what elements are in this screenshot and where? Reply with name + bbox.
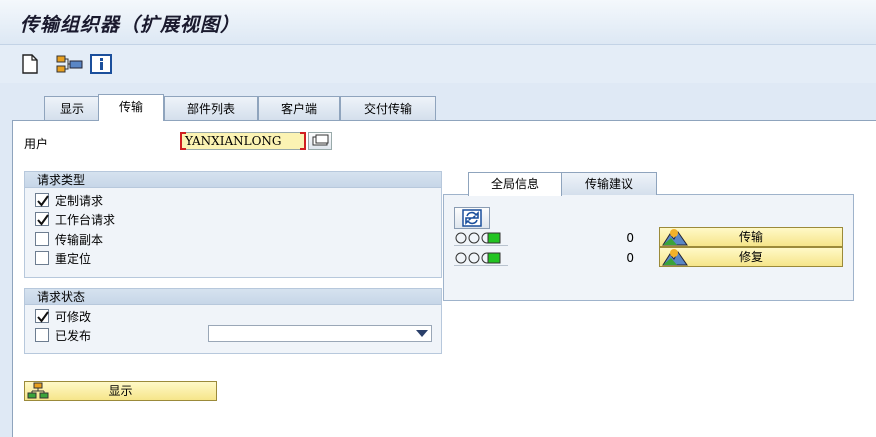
check-icon bbox=[37, 214, 49, 226]
checkbox-label: 可修改 bbox=[55, 309, 92, 324]
checkbox-modifiable[interactable]: 可修改 bbox=[35, 307, 91, 325]
display-button-label: 显示 bbox=[108, 384, 133, 398]
transport-button-label: 传输 bbox=[738, 230, 763, 244]
checkbox-box[interactable] bbox=[35, 232, 49, 246]
request-status-title: 请求状态 bbox=[25, 289, 441, 305]
transport-tree-icon[interactable] bbox=[56, 53, 84, 75]
tab-delivery-transport[interactable]: 交付传输 bbox=[340, 96, 436, 120]
checkbox-box[interactable] bbox=[35, 251, 49, 265]
application-toolbar bbox=[0, 45, 876, 83]
display-button[interactable]: 显示 bbox=[24, 381, 217, 401]
checkbox-label: 重定位 bbox=[55, 251, 92, 266]
refresh-button[interactable] bbox=[454, 207, 490, 229]
checkbox-label: 传输副本 bbox=[55, 232, 104, 247]
refresh-icon bbox=[462, 209, 482, 227]
traffic-light-icon bbox=[454, 231, 508, 246]
checkbox-label: 已发布 bbox=[55, 328, 92, 343]
tab-global-info[interactable]: 全局信息 bbox=[468, 172, 562, 196]
request-status-group: 请求状态 可修改 已发布 bbox=[24, 288, 442, 354]
transport-count: 0 bbox=[626, 231, 634, 245]
value-help-icon bbox=[312, 134, 329, 146]
checkbox-box[interactable] bbox=[35, 193, 49, 207]
checkbox-box[interactable] bbox=[35, 328, 49, 342]
checkbox-box[interactable] bbox=[35, 212, 49, 226]
release-date-dropdown[interactable] bbox=[208, 325, 432, 342]
user-input-value: YANXIANLONG bbox=[185, 134, 282, 148]
dropdown-arrow-icon[interactable] bbox=[416, 330, 428, 337]
checkbox-relocation[interactable]: 重定位 bbox=[35, 249, 91, 267]
checkbox-transport-copy[interactable]: 传输副本 bbox=[35, 230, 103, 248]
hierarchy-icon bbox=[27, 382, 49, 399]
check-icon bbox=[37, 195, 49, 207]
checkbox-label: 定制请求 bbox=[55, 193, 104, 208]
user-input[interactable]: YANXIANLONG bbox=[180, 132, 306, 150]
title-bar: 传输组织器（扩展视图） bbox=[0, 0, 876, 45]
tab-transport-proposals[interactable]: 传输建议 bbox=[561, 172, 657, 195]
truck-mountain-icon bbox=[662, 229, 688, 246]
checkbox-workbench-request[interactable]: 工作台请求 bbox=[35, 210, 115, 228]
tab-component-list[interactable]: 部件列表 bbox=[164, 96, 258, 120]
request-type-title: 请求类型 bbox=[25, 172, 441, 188]
page-title: 传输组织器（扩展视图） bbox=[20, 14, 241, 36]
traffic-light-icon bbox=[454, 251, 508, 266]
tab-client[interactable]: 客户端 bbox=[258, 96, 340, 120]
checkbox-box[interactable] bbox=[35, 309, 49, 323]
repair-button-label: 修复 bbox=[738, 250, 763, 264]
checkbox-label: 工作台请求 bbox=[55, 212, 116, 227]
checkbox-customizing-request[interactable]: 定制请求 bbox=[35, 191, 103, 209]
new-document-icon[interactable] bbox=[20, 53, 42, 75]
check-icon bbox=[37, 311, 49, 323]
info-icon[interactable] bbox=[90, 53, 112, 75]
focus-bracket-right bbox=[300, 132, 306, 150]
request-type-group: 请求类型 定制请求 工作台请求 传输副本 重定位 bbox=[24, 171, 442, 278]
checkbox-released[interactable]: 已发布 bbox=[35, 326, 91, 344]
truck-mountain-icon bbox=[662, 249, 688, 266]
value-help-button[interactable] bbox=[308, 132, 332, 150]
tab-transport[interactable]: 传输 bbox=[98, 94, 164, 121]
transport-button[interactable]: 传输 bbox=[659, 227, 843, 247]
focus-bracket-left bbox=[180, 132, 186, 150]
user-label: 用户 bbox=[24, 137, 49, 151]
tab-display[interactable]: 显示 bbox=[44, 96, 100, 120]
repair-count: 0 bbox=[626, 251, 634, 265]
repair-button[interactable]: 修复 bbox=[659, 247, 843, 267]
